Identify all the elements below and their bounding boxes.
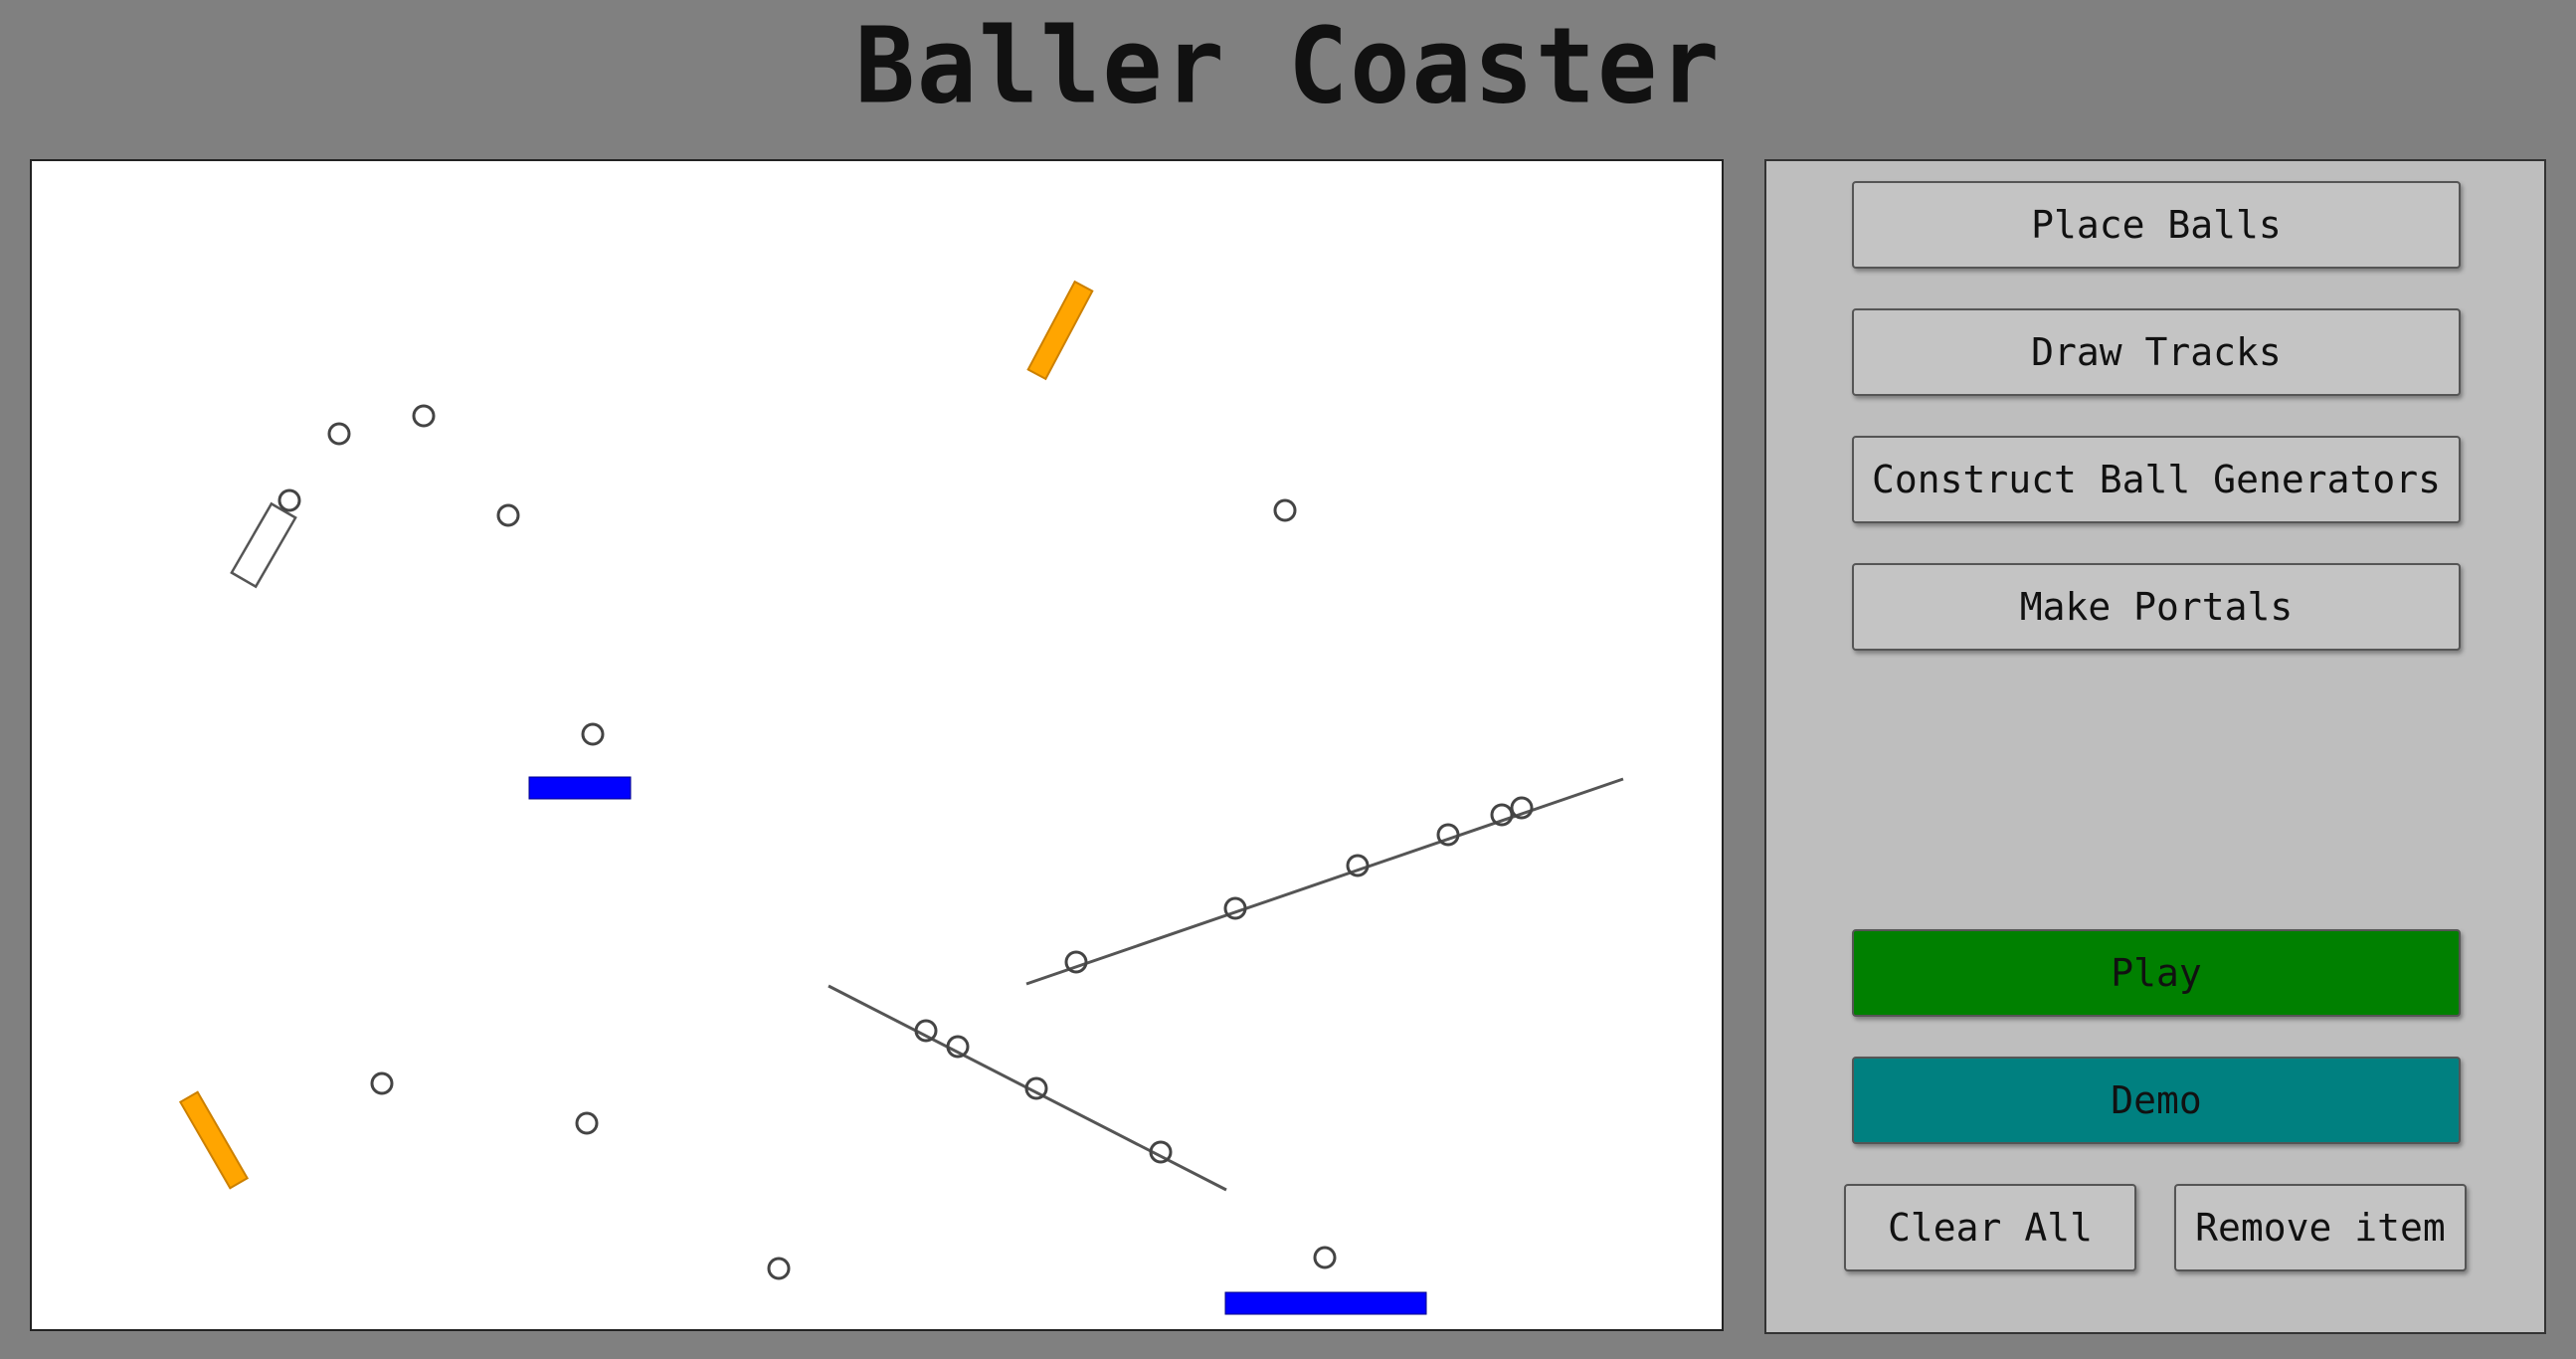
ball[interactable]: [327, 422, 351, 446]
ball[interactable]: [370, 1071, 394, 1095]
ball[interactable]: [1346, 854, 1370, 877]
ball[interactable]: [1313, 1246, 1337, 1269]
orange-portal[interactable]: [1026, 280, 1094, 381]
ball[interactable]: [1436, 823, 1460, 847]
remove-item-button[interactable]: Remove item: [2174, 1184, 2467, 1271]
ball[interactable]: [412, 404, 436, 428]
make-portals-button[interactable]: Make Portals: [1852, 563, 2461, 651]
ball[interactable]: [277, 488, 301, 512]
blue-portal[interactable]: [528, 776, 632, 800]
track[interactable]: [1025, 777, 1624, 986]
orange-portal[interactable]: [178, 1090, 250, 1190]
ball[interactable]: [1064, 950, 1088, 974]
scene-svg[interactable]: [32, 161, 1723, 1330]
blue-portal[interactable]: [1224, 1291, 1427, 1315]
construct-ball-generators-button[interactable]: Construct Ball Generators: [1852, 436, 2461, 523]
ball[interactable]: [496, 503, 520, 527]
ball[interactable]: [767, 1257, 791, 1280]
ball[interactable]: [1273, 498, 1297, 522]
place-balls-button[interactable]: Place Balls: [1852, 181, 2461, 269]
draw-tracks-button[interactable]: Draw Tracks: [1852, 308, 2461, 396]
control-panel: Place Balls Draw Tracks Construct Ball G…: [1764, 159, 2546, 1334]
demo-button[interactable]: Demo: [1852, 1057, 2461, 1144]
ball[interactable]: [575, 1111, 599, 1135]
ball[interactable]: [581, 722, 605, 746]
game-canvas[interactable]: [30, 159, 1724, 1331]
app-title: Baller Coaster: [854, 5, 1722, 127]
ball-generator[interactable]: [230, 501, 297, 589]
play-button[interactable]: Play: [1852, 929, 2461, 1017]
clear-all-button[interactable]: Clear All: [1844, 1184, 2136, 1271]
